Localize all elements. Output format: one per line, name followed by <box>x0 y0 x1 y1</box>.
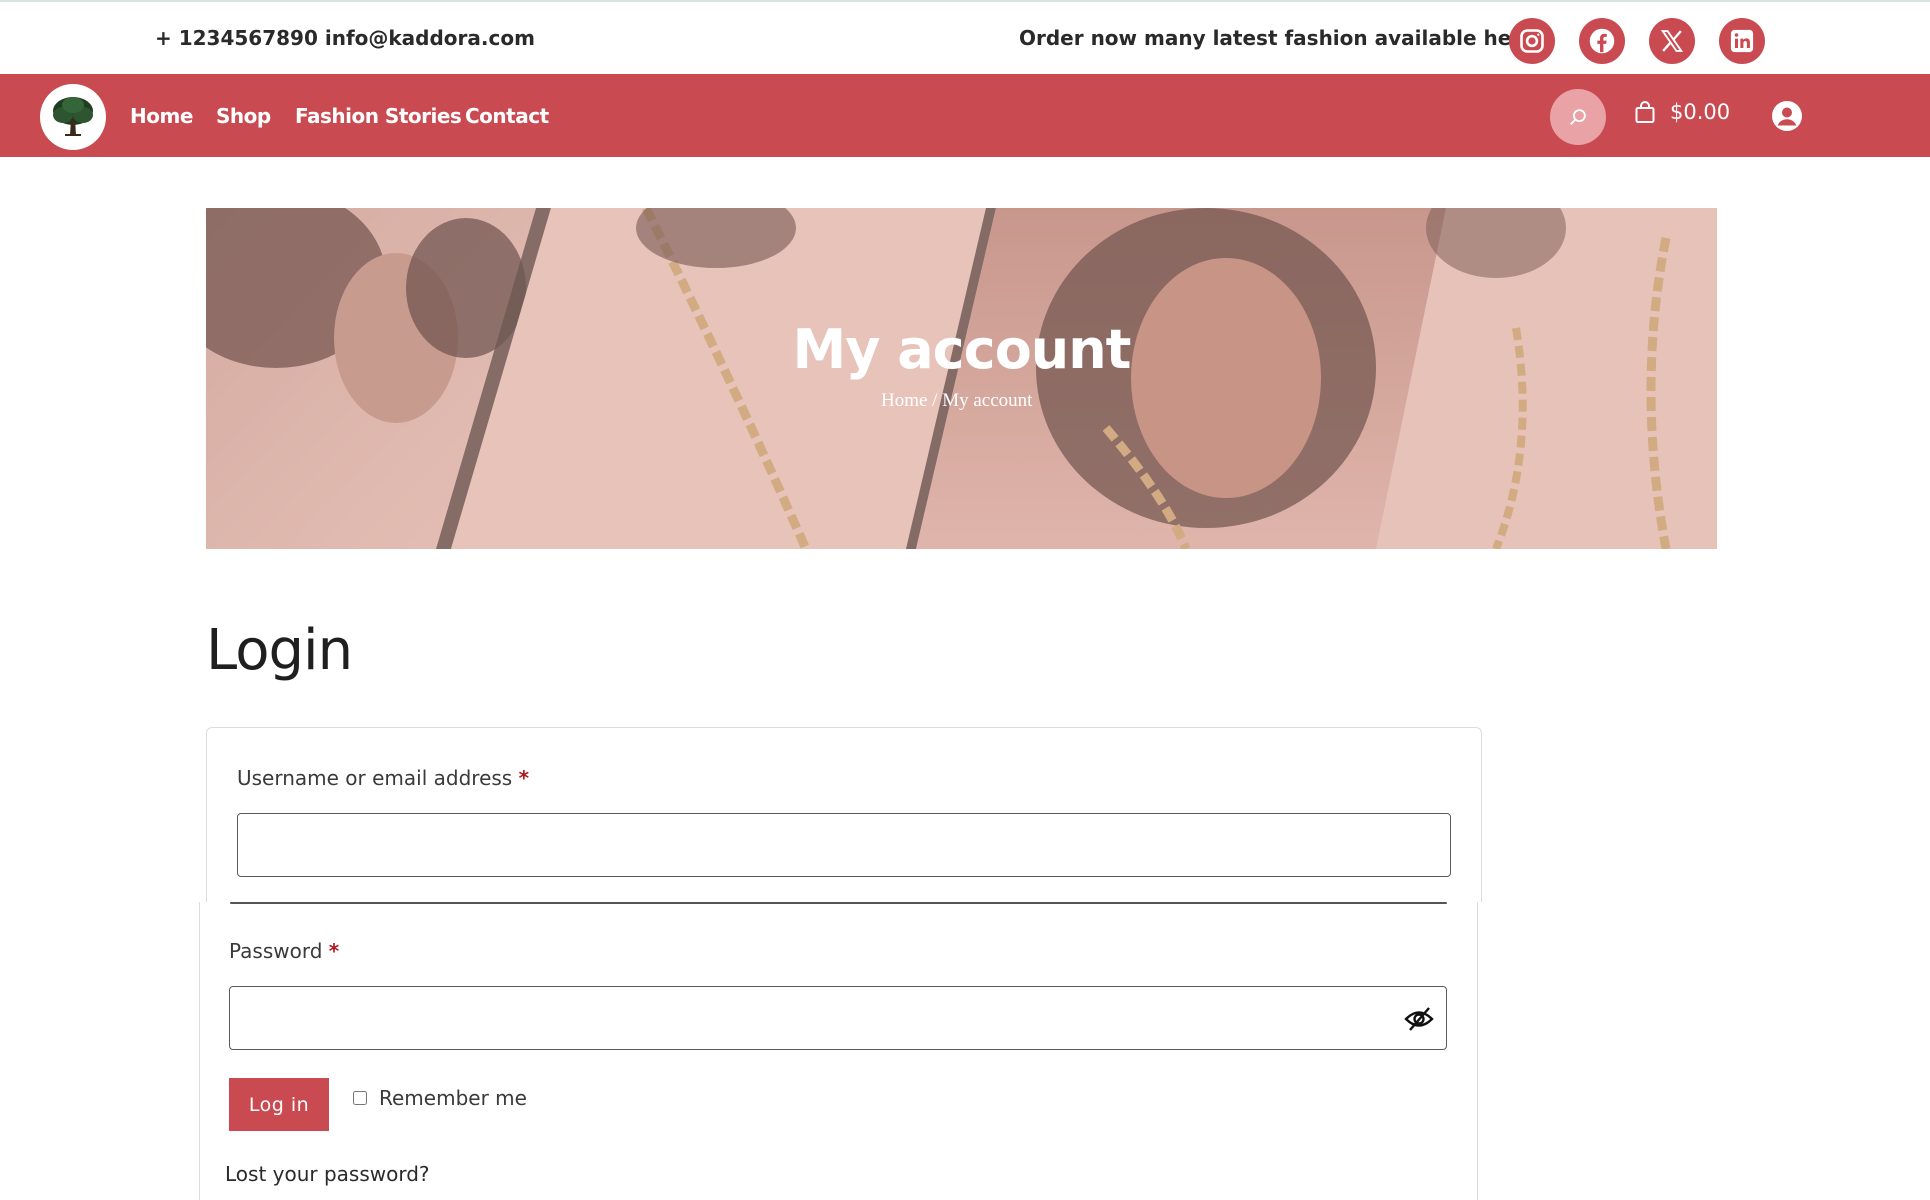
eye-slash-icon[interactable] <box>1404 1006 1434 1032</box>
top-bar: + 1234567890 info@kaddora.com Order now … <box>0 0 1930 74</box>
nav-fashion-stories[interactable]: Fashion Stories <box>295 104 462 128</box>
password-label: Password * <box>229 939 340 963</box>
breadcrumb[interactable]: Home / My account <box>881 390 1032 412</box>
facebook-link[interactable] <box>1579 18 1625 64</box>
password-input[interactable] <box>229 986 1447 1050</box>
username-input[interactable] <box>237 813 1451 877</box>
instagram-icon <box>1520 29 1544 53</box>
x-icon <box>1660 30 1684 52</box>
lost-password-link[interactable]: Lost your password? <box>225 1162 430 1186</box>
account-icon[interactable] <box>1771 100 1803 132</box>
contact-info: + 1234567890 info@kaddora.com <box>155 26 535 50</box>
required-mark: * <box>518 766 530 790</box>
required-mark: * <box>328 939 340 963</box>
login-heading: Login <box>206 618 353 683</box>
facebook-icon <box>1589 28 1615 54</box>
promo-text: Order now many latest fashion available … <box>1019 26 1535 50</box>
nav-home[interactable]: Home <box>130 104 193 128</box>
nav-contact[interactable]: Contact <box>465 104 549 128</box>
remember-me-label: Remember me <box>379 1086 527 1110</box>
username-label: Username or email address * <box>237 766 530 790</box>
linkedin-icon <box>1730 29 1754 53</box>
field-divider <box>230 902 1447 904</box>
x-link[interactable] <box>1649 18 1695 64</box>
main-navbar: Home Shop Fashion Stories Contact $0.00 <box>0 74 1930 157</box>
login-button[interactable]: Log in <box>229 1078 329 1131</box>
cart-button[interactable]: $0.00 <box>1634 100 1730 124</box>
search-button[interactable] <box>1550 89 1606 145</box>
remember-me-checkbox[interactable] <box>353 1091 367 1105</box>
hero-banner: My account Home / My account <box>206 208 1717 549</box>
login-form-box-bottom <box>199 902 1478 1200</box>
tree-logo-icon <box>53 97 93 136</box>
site-logo[interactable] <box>40 84 106 150</box>
linkedin-link[interactable] <box>1719 18 1765 64</box>
nav-shop[interactable]: Shop <box>216 104 271 128</box>
instagram-link[interactable] <box>1509 18 1555 64</box>
remember-me[interactable]: Remember me <box>353 1086 527 1110</box>
hero-title: My account <box>792 318 1132 381</box>
cart-total: $0.00 <box>1670 100 1731 124</box>
shopping-bag-icon <box>1635 101 1655 123</box>
search-icon <box>1570 109 1586 125</box>
